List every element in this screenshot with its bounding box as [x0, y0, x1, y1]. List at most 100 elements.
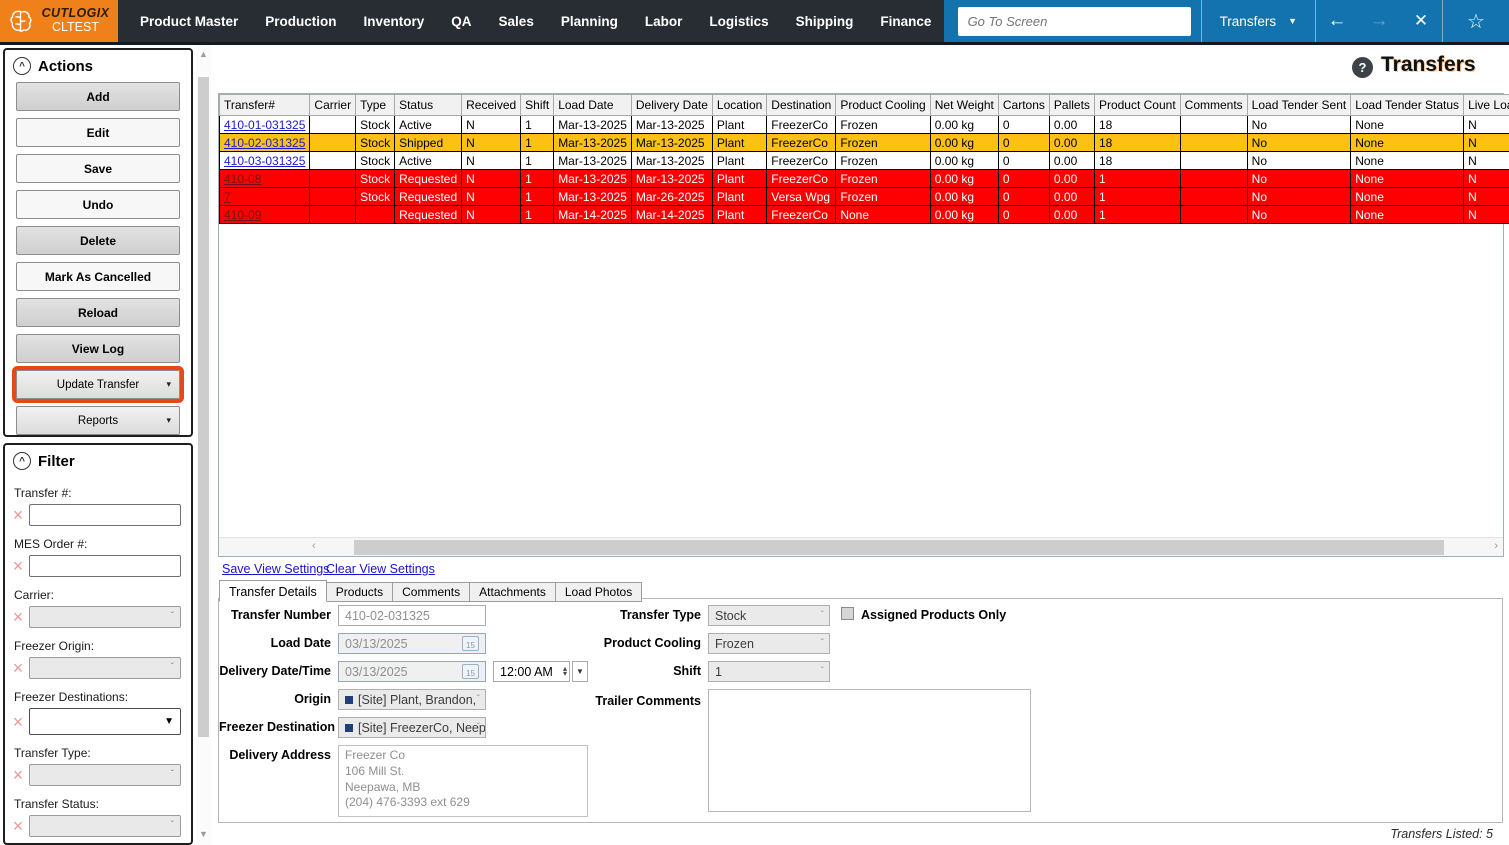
clear-filter-icon[interactable]: ×	[9, 766, 27, 784]
clear-filter-icon[interactable]: ×	[9, 659, 27, 677]
tab-load-photos[interactable]: Load Photos	[556, 582, 642, 602]
scroll-down-icon[interactable]: ▼	[196, 829, 211, 839]
view-log-button[interactable]: View Log	[16, 334, 180, 363]
transfer-filter-input[interactable]	[29, 504, 181, 526]
tab-transfer-details[interactable]: Transfer Details	[219, 580, 327, 602]
filter-panel-header[interactable]: ^ Filter	[5, 445, 191, 475]
horizontal-scrollbar[interactable]: ‹ ›	[219, 537, 1503, 556]
back-arrow-icon[interactable]: ←	[1316, 10, 1358, 32]
table-row[interactable]: 410-08StockRequestedN1Mar-13-2025Mar-13-…	[220, 170, 1509, 188]
transfer-number-field[interactable]: 410-02-031325	[338, 605, 486, 626]
transfer-number-link[interactable]: 7	[224, 190, 231, 204]
mark-as-cancelled-button[interactable]: Mark As Cancelled	[16, 262, 180, 291]
mes-order-filter-input[interactable]	[29, 555, 181, 577]
clear-view-settings-link[interactable]: Clear View Settings	[326, 562, 435, 576]
column-header-transfer[interactable]: Transfer#	[220, 95, 310, 116]
menu-item-labor[interactable]: Labor	[645, 14, 683, 29]
transfer-status-filter-select[interactable]: ˇ	[29, 815, 181, 837]
column-header-received[interactable]: Received	[462, 95, 521, 116]
column-header-live-load[interactable]: Live Load	[1464, 95, 1509, 116]
table-row[interactable]: 7StockRequestedN1Mar-13-2025Mar-26-2025P…	[220, 188, 1509, 206]
freezer-origin-filter-select[interactable]: ˇ	[29, 657, 181, 679]
product-cooling-select[interactable]: Frozen ˇ	[708, 633, 830, 654]
column-header-product-count[interactable]: Product Count	[1094, 95, 1180, 116]
shift-select[interactable]: 1 ˇ	[708, 661, 830, 682]
column-header-status[interactable]: Status	[395, 95, 462, 116]
menu-item-finance[interactable]: Finance	[880, 14, 931, 29]
tab-attachments[interactable]: Attachments	[470, 582, 556, 602]
actions-panel-header[interactable]: ^ Actions	[5, 50, 191, 80]
column-header-shift[interactable]: Shift	[521, 95, 554, 116]
scroll-up-icon[interactable]: ▲	[196, 49, 211, 59]
column-header-product-cooling[interactable]: Product Cooling	[836, 95, 930, 116]
add-button[interactable]: Add	[16, 82, 180, 111]
transfer-type-select[interactable]: Stock ˇ	[708, 605, 830, 626]
column-header-net-weight[interactable]: Net Weight	[930, 95, 998, 116]
freezer-destinations-filter-select[interactable]: ▼	[29, 708, 181, 735]
column-header-pallets[interactable]: Pallets	[1049, 95, 1094, 116]
column-header-comments[interactable]: Comments	[1180, 95, 1247, 116]
clear-filter-icon[interactable]: ×	[9, 608, 27, 626]
calendar-icon[interactable]: 15	[462, 636, 479, 651]
transfer-type-filter-select[interactable]: ˇ	[29, 764, 181, 786]
load-date-field[interactable]: 03/13/2025 15	[338, 633, 486, 654]
scroll-right-icon[interactable]: ›	[1494, 540, 1498, 552]
favorite-star-icon[interactable]: ☆	[1443, 9, 1509, 34]
close-icon[interactable]: ✕	[1400, 11, 1442, 31]
menu-item-planning[interactable]: Planning	[561, 14, 618, 29]
table-row[interactable]: 410-01-031325StockActiveN1Mar-13-2025Mar…	[220, 116, 1509, 134]
delivery-date-field[interactable]: 03/13/2025 15	[338, 661, 486, 682]
save-view-settings-link[interactable]: Save View Settings	[222, 562, 329, 576]
forward-arrow-icon[interactable]: →	[1358, 10, 1400, 32]
table-row[interactable]: 410-03-031325StockActiveN1Mar-13-2025Mar…	[220, 152, 1509, 170]
reports-button[interactable]: Reports▾	[16, 406, 180, 435]
clear-filter-icon[interactable]: ×	[9, 557, 27, 575]
menu-item-qa[interactable]: QA	[451, 14, 471, 29]
scroll-left-icon[interactable]: ‹	[312, 540, 316, 552]
calendar-icon[interactable]: 15	[462, 664, 479, 679]
scrollbar-thumb[interactable]	[198, 77, 209, 737]
table-row[interactable]: 410-02-031325StockShippedN1Mar-13-2025Ma…	[220, 134, 1509, 152]
transfer-number-link[interactable]: 410-03-031325	[224, 154, 305, 168]
goto-screen-input[interactable]	[958, 7, 1191, 36]
transfer-number-link[interactable]: 410-09	[224, 208, 261, 222]
menu-item-sales[interactable]: Sales	[499, 14, 534, 29]
assigned-products-only-checkbox[interactable]	[841, 607, 854, 620]
tab-comments[interactable]: Comments	[393, 582, 470, 602]
undo-button[interactable]: Undo	[16, 190, 180, 219]
update-transfer-button[interactable]: Update Transfer▾	[16, 370, 180, 399]
tab-products[interactable]: Products	[327, 582, 393, 602]
delivery-address-field[interactable]: Freezer Co 106 Mill St. Neepawa, MB (204…	[338, 745, 588, 817]
scrollbar-thumb[interactable]	[354, 540, 1444, 555]
menu-item-production[interactable]: Production	[265, 14, 336, 29]
column-header-location[interactable]: Location	[712, 95, 766, 116]
transfer-number-link[interactable]: 410-02-031325	[224, 136, 305, 150]
table-row[interactable]: 410-09RequestedN1Mar-14-2025Mar-14-2025P…	[220, 206, 1509, 224]
column-header-type[interactable]: Type	[356, 95, 395, 116]
collapse-chevron-icon[interactable]: ^	[13, 57, 31, 75]
column-header-load-tender-status[interactable]: Load Tender Status	[1351, 95, 1464, 116]
sidebar-scrollbar[interactable]: ▲ ▼	[196, 45, 211, 845]
help-icon[interactable]: ?	[1352, 57, 1373, 78]
edit-button[interactable]: Edit	[16, 118, 180, 147]
menu-item-product-master[interactable]: Product Master	[140, 14, 238, 29]
clear-filter-icon[interactable]: ×	[9, 713, 27, 731]
menu-item-inventory[interactable]: Inventory	[364, 14, 425, 29]
freezer-destination-select[interactable]: [Site] FreezerCo, Neep ˇ	[338, 717, 486, 738]
column-header-load-tender-sent[interactable]: Load Tender Sent	[1247, 95, 1351, 116]
save-button[interactable]: Save	[16, 154, 180, 183]
transfer-number-link[interactable]: 410-08	[224, 172, 261, 186]
origin-select[interactable]: [Site] Plant, Brandon, ˇ	[338, 689, 486, 710]
column-header-destination[interactable]: Destination	[767, 95, 836, 116]
menu-item-logistics[interactable]: Logistics	[709, 14, 768, 29]
column-header-delivery-date[interactable]: Delivery Date	[631, 95, 712, 116]
delete-button[interactable]: Delete	[16, 226, 180, 255]
clear-filter-icon[interactable]: ×	[9, 506, 27, 524]
menu-item-shipping[interactable]: Shipping	[796, 14, 854, 29]
column-header-carrier[interactable]: Carrier	[310, 95, 356, 116]
collapse-chevron-icon[interactable]: ^	[13, 452, 31, 470]
trailer-comments-field[interactable]	[708, 689, 1031, 812]
clear-filter-icon[interactable]: ×	[9, 817, 27, 835]
column-header-cartons[interactable]: Cartons	[998, 95, 1049, 116]
carrier-filter-select[interactable]: ˇ	[29, 606, 181, 628]
